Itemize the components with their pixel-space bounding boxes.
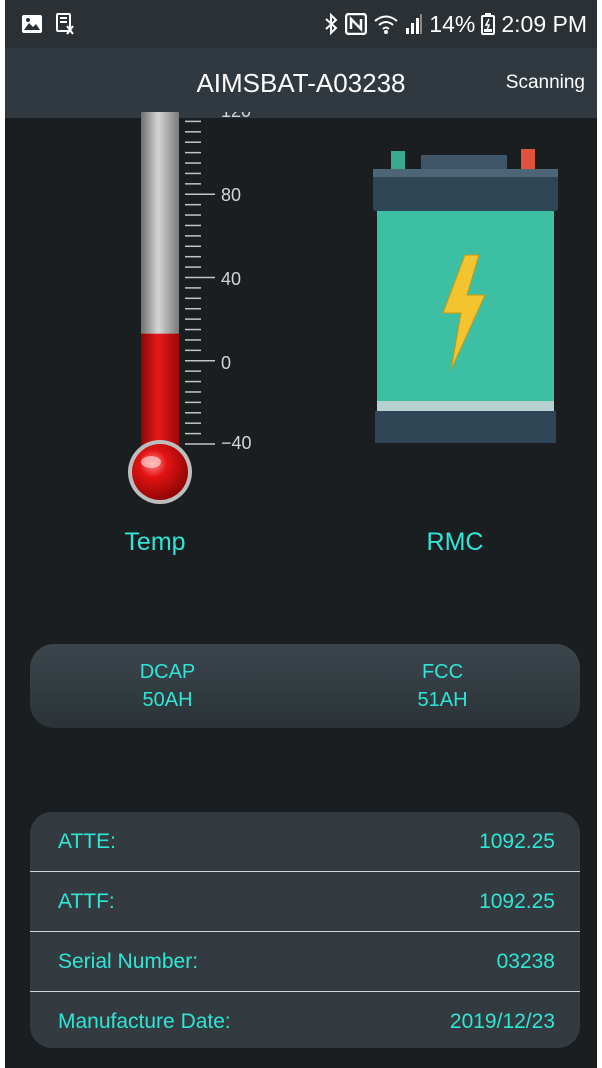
fcc-value: 51AH: [417, 689, 468, 711]
tick-label-0: 0: [221, 353, 231, 373]
scanning-status[interactable]: Scanning: [506, 48, 585, 118]
bluetooth-icon: [325, 12, 338, 36]
info-label: Serial Number:: [58, 949, 199, 973]
info-label: Manufacture Date:: [58, 1009, 231, 1033]
signal-icon: [406, 14, 423, 34]
thermometer-bulb: [132, 444, 188, 500]
capacity-card: DCAP 50AH FCC 51AH: [30, 644, 580, 728]
screenshot-icon: [56, 13, 74, 35]
dcap-value: 50AH: [142, 689, 193, 711]
app-screen: 14% 2:09 PM AIMSBAT-A03238 Scanning 80 4…: [5, 0, 597, 1068]
wifi-icon: [374, 15, 398, 34]
info-row-serial-number: Serial Number: 03238: [30, 932, 580, 992]
fcc-section: FCC 51AH: [305, 644, 580, 728]
temp-label: Temp: [124, 528, 186, 556]
battery-percent: 14%: [429, 10, 476, 37]
app-bar: AIMSBAT-A03238 Scanning: [5, 48, 597, 118]
info-row-manufacture-date: Manufacture Date: 2019/12/23: [30, 992, 580, 1048]
battery-info-card: ATTE: 1092.25 ATTF: 1092.25 Serial Numbe…: [30, 812, 580, 1048]
tick-label-80: 80: [221, 185, 241, 205]
nfc-icon: [345, 13, 368, 35]
battery-terminal-negative: [521, 149, 535, 169]
info-label: ATTE:: [58, 829, 116, 853]
thermometer-tick-labels: 120 80 40 0 −40: [221, 112, 252, 453]
battery-illustration: [373, 149, 558, 443]
battery-terminal-positive: [391, 151, 405, 169]
info-value: 2019/12/23: [449, 1009, 555, 1033]
gallery-icon: [22, 15, 42, 33]
rmc-label: RMC: [426, 528, 484, 556]
clock: 2:09 PM: [501, 10, 587, 37]
tick-label-120: 120: [221, 112, 251, 121]
fcc-label: FCC: [421, 661, 464, 683]
info-label: ATTF:: [58, 889, 115, 913]
status-bar: 14% 2:09 PM: [5, 0, 597, 48]
battery-charging-icon: [481, 13, 496, 35]
info-row-atte: ATTE: 1092.25: [30, 812, 580, 872]
tick-label-40: 40: [221, 269, 241, 289]
info-value: 1092.25: [479, 889, 555, 913]
dcap-label: DCAP: [139, 661, 196, 683]
thermometer-gauge: 120 80 40 0 −40: [128, 112, 252, 504]
info-row-attf: ATTF: 1092.25: [30, 872, 580, 932]
info-value: 03238: [496, 949, 555, 973]
dcap-section: DCAP 50AH: [30, 644, 305, 728]
tick-label-minus-40: −40: [221, 433, 252, 453]
info-value: 1092.25: [479, 829, 555, 853]
